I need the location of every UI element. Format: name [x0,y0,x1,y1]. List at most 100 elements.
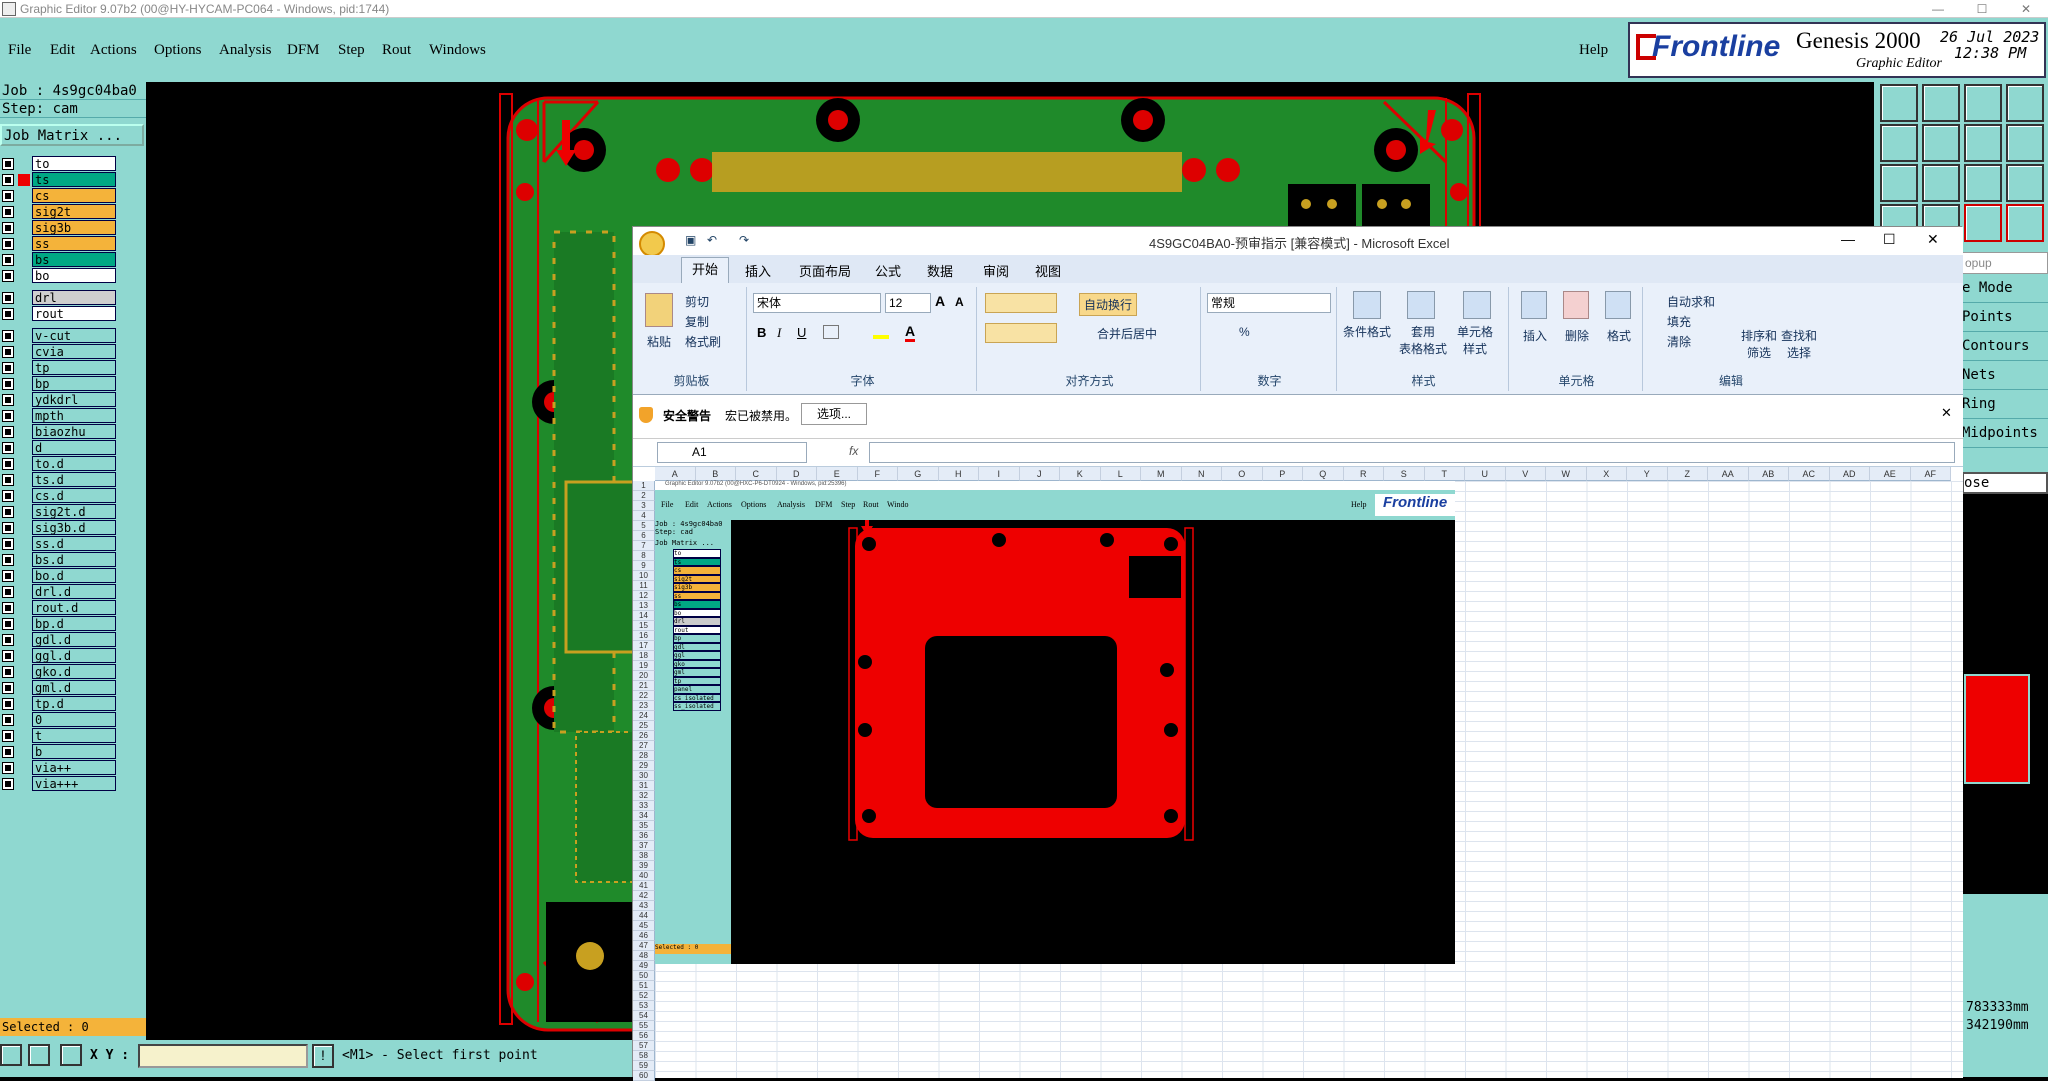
status-tool2-icon[interactable] [28,1044,50,1066]
layer-checkbox[interactable] [2,602,14,614]
table-format-icon[interactable] [1407,291,1435,319]
font-size-select[interactable]: 12 [885,293,931,313]
layer-name[interactable]: t [32,728,116,743]
underline-button[interactable]: U [797,325,806,340]
layer-row[interactable]: via+++ [0,776,116,792]
layer-name[interactable]: bo.d [32,568,116,583]
layer-name[interactable]: ts [32,172,116,187]
qat-redo-icon[interactable]: ↷ [739,233,749,247]
layer-checkbox[interactable] [2,346,14,358]
row-header[interactable]: 16 [633,631,655,641]
tab-data[interactable]: 数据 [927,261,953,280]
layer-row[interactable]: ts.d [0,472,116,488]
security-close-icon[interactable]: ✕ [1941,405,1952,421]
row-header[interactable]: 40 [633,871,655,881]
layer-checkbox[interactable] [2,458,14,470]
paste-icon[interactable] [645,293,673,327]
row-header[interactable]: 55 [633,1021,655,1031]
menu-windows[interactable]: Windows [429,42,486,59]
column-header[interactable]: F [857,467,898,481]
row-header[interactable]: 58 [633,1051,655,1061]
row-header[interactable]: 44 [633,911,655,921]
layer-checkbox[interactable] [2,362,14,374]
row-header[interactable]: 48 [633,951,655,961]
menu-analysis[interactable]: Analysis [219,42,272,59]
fill-color-icon[interactable] [873,325,889,339]
row-header[interactable]: 23 [633,701,655,711]
column-header[interactable]: AC [1789,467,1830,481]
layer-checkbox[interactable] [2,394,14,406]
layer-checkbox[interactable] [2,554,14,566]
fill-button[interactable]: 填充 [1667,313,1691,330]
row-header[interactable]: 43 [633,901,655,911]
column-header[interactable]: S [1384,467,1425,481]
column-header[interactable]: AE [1870,467,1911,481]
layer-name[interactable]: biaozhu [32,424,116,439]
layer-name[interactable]: bo [32,268,116,283]
tool-zoom-icon[interactable] [1922,164,1960,202]
layer-row[interactable]: bp [0,376,116,392]
layer-name[interactable]: v-cut [32,328,116,343]
percent-button[interactable]: % [1239,325,1250,339]
row-header[interactable]: 5 [633,521,655,531]
format-cells-icon[interactable] [1605,291,1631,319]
layer-row[interactable]: mpth [0,408,116,424]
tab-review[interactable]: 审阅 [983,261,1009,280]
grow-font-icon[interactable]: A [935,293,945,309]
layer-checkbox[interactable] [2,254,14,266]
layer-row[interactable]: biaozhu [0,424,116,440]
menu-step[interactable]: Step [338,42,365,59]
row-header[interactable]: 34 [633,811,655,821]
cell-styles-label[interactable]: 单元格 样式 [1457,323,1493,357]
shrink-font-icon[interactable]: A [955,295,964,309]
row-header[interactable]: 8 [633,551,655,561]
insert-cells-icon[interactable] [1521,291,1547,319]
column-header[interactable]: AB [1748,467,1789,481]
tool-home-icon[interactable] [1964,84,2002,122]
layer-row[interactable]: ydkdrl [0,392,116,408]
excel-maximize-icon[interactable]: ☐ [1883,231,1896,248]
layer-checkbox[interactable] [2,634,14,646]
column-header[interactable]: A [655,467,696,481]
row-header[interactable]: 32 [633,791,655,801]
row-header[interactable]: 12 [633,591,655,601]
menu-dfm[interactable]: DFM [287,42,320,59]
layer-name[interactable]: bp [32,376,116,391]
minimize-button[interactable]: — [1916,0,1960,18]
tool-net-icon[interactable] [1964,204,2002,242]
cut-button[interactable]: 剪切 [685,293,709,310]
worksheet[interactable]: A B C D E F G H I J K L M N O P Q R S T U V W X Y Z AA AB AC AD AE AF 1… [633,467,1963,1081]
layer-checkbox[interactable] [2,714,14,726]
layer-name[interactable]: cs.d [32,488,116,503]
delete-cells-label[interactable]: 删除 [1565,327,1589,344]
h-align-icons[interactable] [985,323,1057,343]
layer-row[interactable]: gko.d [0,664,116,680]
layer-row[interactable]: ss [0,236,116,252]
column-header[interactable]: E [817,467,858,481]
layer-name[interactable]: sig3b.d [32,520,116,535]
snap-nets[interactable]: Nets [1962,361,2048,390]
conditional-format-icon[interactable] [1353,291,1381,319]
layer-checkbox[interactable] [2,378,14,390]
layer-checkbox[interactable] [2,730,14,742]
layer-name[interactable]: to.d [32,456,116,471]
layer-checkbox[interactable] [2,174,14,186]
table-format-label[interactable]: 套用 表格格式 [1399,323,1447,357]
layer-name[interactable]: via++ [32,760,116,775]
layer-row[interactable]: t [0,728,116,744]
menu-actions[interactable]: Actions [90,42,137,59]
column-header[interactable]: V [1505,467,1546,481]
layer-name[interactable]: ggl.d [32,648,116,663]
column-header[interactable]: AA [1708,467,1749,481]
layer-row[interactable]: ss.d [0,536,116,552]
layer-row[interactable]: via++ [0,760,116,776]
layer-name[interactable]: gko.d [32,664,116,679]
layer-checkbox[interactable] [2,206,14,218]
layer-name[interactable]: b [32,744,116,759]
layer-checkbox[interactable] [2,410,14,422]
row-header[interactable]: 41 [633,881,655,891]
layer-row[interactable]: ts [0,172,116,188]
row-header[interactable]: 28 [633,751,655,761]
v-align-icons[interactable] [985,293,1057,313]
tool-left-icon[interactable] [1880,124,1918,162]
